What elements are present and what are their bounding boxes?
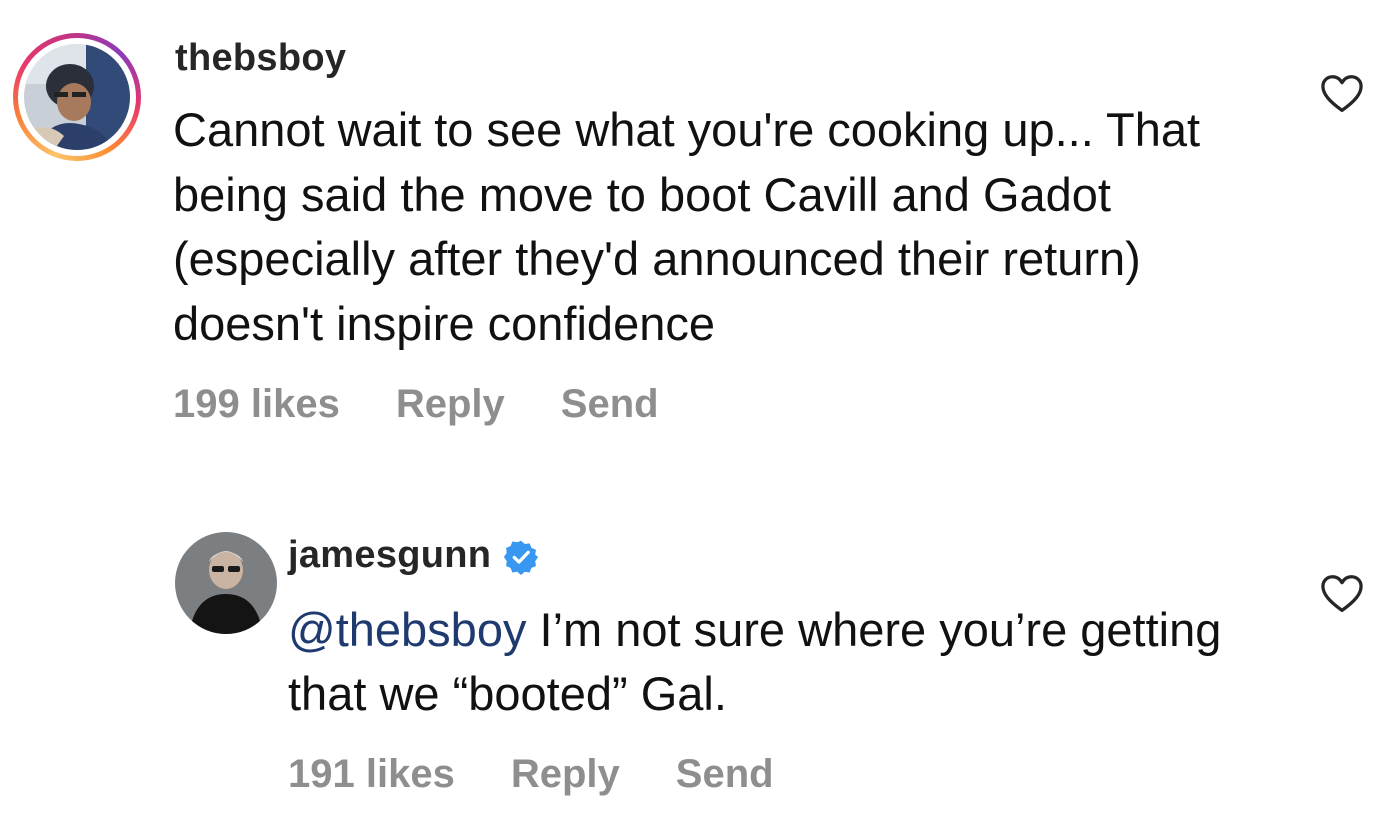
comment-text: @thebsboy I’m not sure where you’re gett… [288,598,1298,726]
mention-link[interactable]: @thebsboy [288,603,526,656]
verified-badge-icon [503,539,539,575]
reply-button[interactable]: Reply [511,748,620,800]
comment-text: Cannot wait to see what you're cooking u… [173,103,1201,350]
reply-button[interactable]: Reply [396,378,505,430]
username-row: jamesgunn [288,532,539,578]
comment-actions: 199 likes Reply Send [173,378,715,430]
likes-count[interactable]: 191 likes [288,748,455,800]
avatar-story-ring[interactable] [13,33,141,161]
avatar[interactable] [24,44,130,150]
comment-username[interactable]: thebsboy [175,36,346,80]
comment-actions: 191 likes Reply Send [288,748,830,800]
avatar[interactable] [175,532,277,634]
likes-count[interactable]: 199 likes [173,378,340,430]
comment-username[interactable]: jamesgunn [288,533,491,577]
heart-outline-icon[interactable] [1320,574,1364,614]
reply-comment: jamesgunn @thebsboy I’m not sure where y… [0,520,1400,820]
send-button[interactable]: Send [561,378,659,430]
heart-outline-icon[interactable] [1320,74,1364,114]
comment: thebsboy Cannot wait to see what you're … [0,0,1400,450]
send-button[interactable]: Send [676,748,774,800]
